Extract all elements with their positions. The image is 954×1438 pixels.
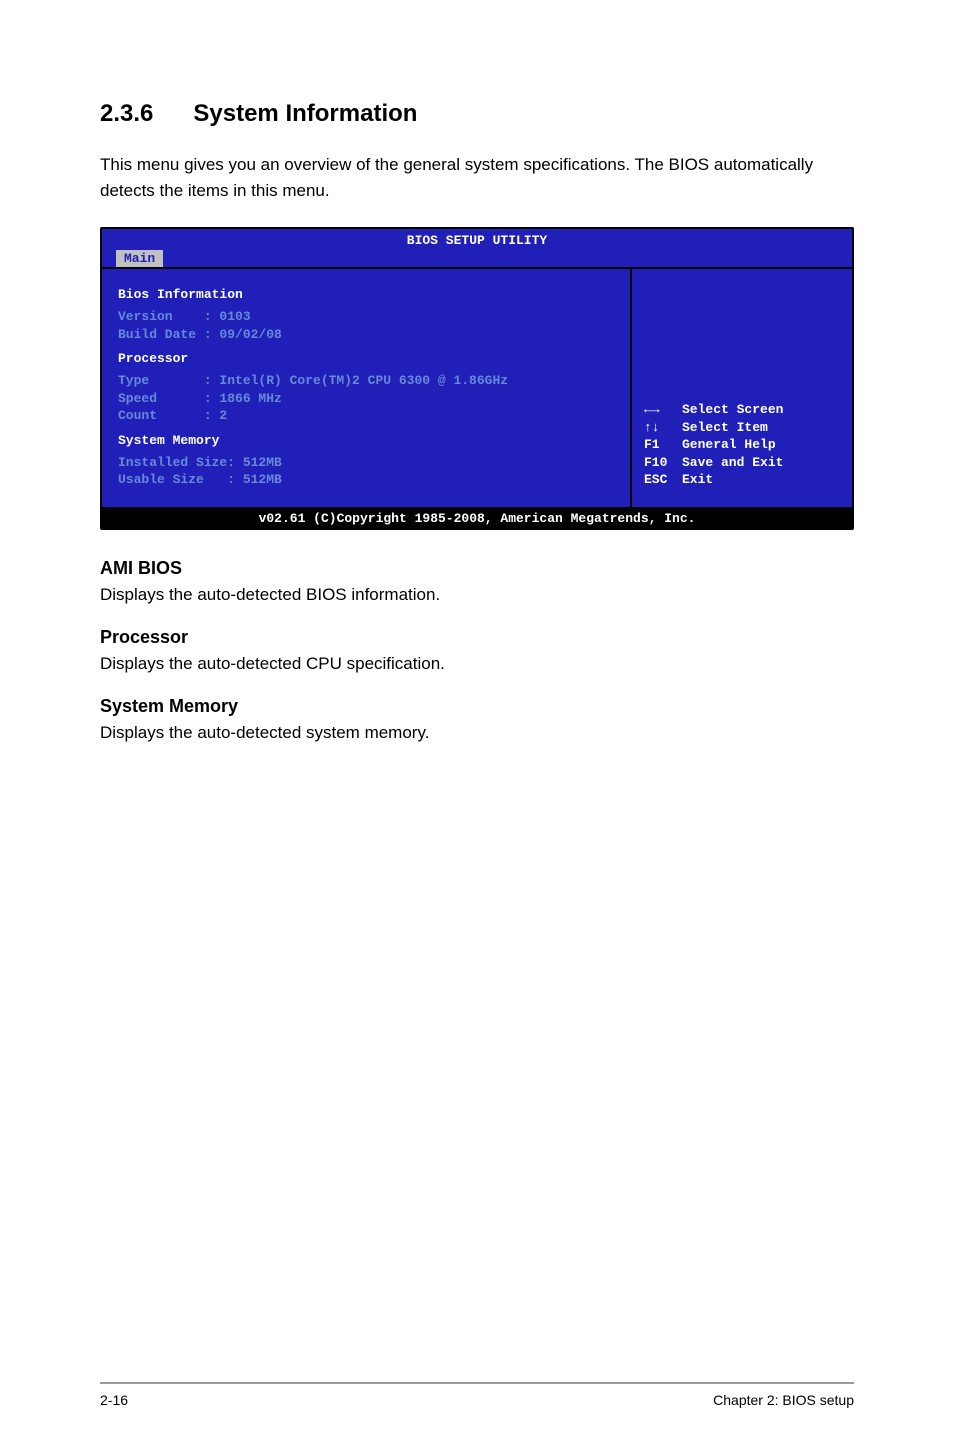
esc-key-label: ESC — [644, 471, 682, 489]
memory-label: System Memory — [118, 433, 614, 448]
page-number: 2-16 — [100, 1392, 128, 1408]
arrow-left-right-icon: ←→ — [644, 401, 682, 419]
bios-main-panel: Bios Information Version : 0103 Build Da… — [102, 269, 632, 507]
section-number: 2.3.6 — [100, 100, 153, 128]
section-title: System Information — [193, 100, 417, 127]
ami-bios-text: Displays the auto-detected BIOS informat… — [100, 585, 854, 605]
f1-key-label: F1 — [644, 436, 682, 454]
nav-save-exit: F10Save and Exit — [644, 454, 840, 472]
nav-select-item: ↑↓Select Item — [644, 419, 840, 437]
page-footer: 2-16 Chapter 2: BIOS setup — [100, 1392, 854, 1408]
bios-tab-main: Main — [116, 250, 163, 267]
processor-type: Type : Intel(R) Core(TM)2 CPU 6300 @ 1.8… — [118, 372, 614, 390]
section-heading: 2.3.6 System Information — [100, 100, 854, 128]
bios-footer: v02.61 (C)Copyright 1985-2008, American … — [102, 507, 852, 528]
ami-bios-heading: AMI BIOS — [100, 558, 854, 579]
nav-exit: ESCExit — [644, 471, 840, 489]
bios-info-label: Bios Information — [118, 287, 614, 302]
intro-paragraph: This menu gives you an overview of the g… — [100, 152, 854, 203]
processor-speed: Speed : 1866 MHz — [118, 390, 614, 408]
bios-title-bar: BIOS SETUP UTILITY Main — [102, 229, 852, 267]
processor-heading: Processor — [100, 627, 854, 648]
bios-body: Bios Information Version : 0103 Build Da… — [102, 267, 852, 507]
bios-version: Version : 0103 — [118, 308, 614, 326]
nav-general-help: F1General Help — [644, 436, 840, 454]
processor-label: Processor — [118, 351, 614, 366]
bios-nav-help: ←→Select Screen ↑↓Select Item F1General … — [644, 401, 840, 489]
f10-key-label: F10 — [644, 454, 682, 472]
arrow-up-down-icon: ↑↓ — [644, 419, 682, 437]
memory-installed: Installed Size: 512MB — [118, 454, 614, 472]
processor-count: Count : 2 — [118, 407, 614, 425]
processor-text: Displays the auto-detected CPU specifica… — [100, 654, 854, 674]
system-memory-text: Displays the auto-detected system memory… — [100, 723, 854, 743]
bios-build-date: Build Date : 09/02/08 — [118, 326, 614, 344]
bios-side-panel: ←→Select Screen ↑↓Select Item F1General … — [632, 269, 852, 507]
bios-title: BIOS SETUP UTILITY — [102, 231, 852, 250]
memory-usable: Usable Size : 512MB — [118, 471, 614, 489]
chapter-label: Chapter 2: BIOS setup — [713, 1392, 854, 1408]
bios-screenshot: BIOS SETUP UTILITY Main Bios Information… — [100, 227, 854, 530]
nav-select-screen: ←→Select Screen — [644, 401, 840, 419]
system-memory-heading: System Memory — [100, 696, 854, 717]
footer-divider — [100, 1382, 854, 1384]
